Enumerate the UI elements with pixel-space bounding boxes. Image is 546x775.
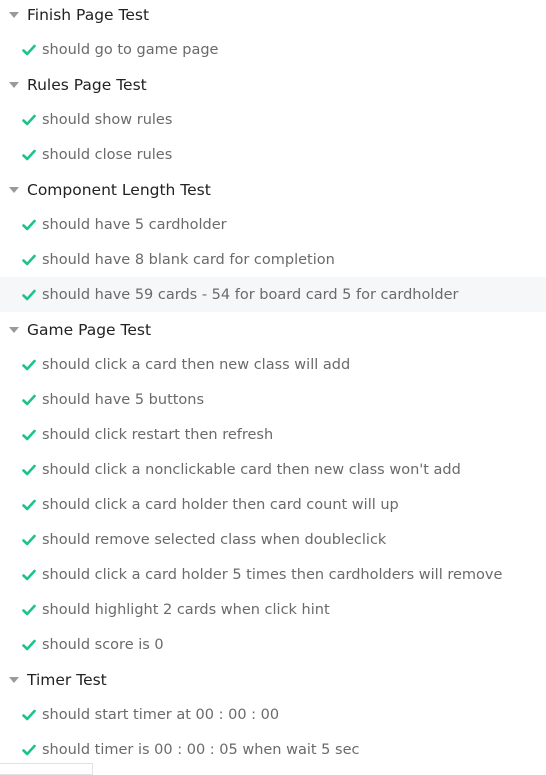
suite-title: Rules Page Test (27, 75, 147, 94)
check-icon (22, 708, 42, 722)
suite-title: Component Length Test (27, 180, 211, 199)
test-item[interactable]: should click a card then new class will … (0, 347, 546, 382)
test-title: should click a nonclickable card then ne… (42, 461, 461, 478)
check-icon (22, 113, 42, 127)
test-title: should go to game page (42, 41, 219, 58)
test-item[interactable]: should close rules (0, 137, 546, 172)
test-item[interactable]: should have 8 blank card for completion (0, 242, 546, 277)
collapse-triangle-icon[interactable] (9, 12, 19, 18)
test-item[interactable]: should start timer at 00 : 00 : 00 (0, 697, 546, 732)
test-item[interactable]: should click a nonclickable card then ne… (0, 452, 546, 487)
test-title: should click restart then refresh (42, 426, 274, 443)
test-results-list: Finish Page Test should go to game page Ru… (0, 0, 546, 767)
check-icon (22, 603, 42, 617)
test-title: should have 5 cardholder (42, 216, 227, 233)
test-title: should start timer at 00 : 00 : 00 (42, 706, 280, 723)
suite-header[interactable]: Finish Page Test (0, 0, 546, 32)
check-icon (22, 148, 42, 162)
check-icon (22, 498, 42, 512)
collapse-triangle-icon[interactable] (9, 187, 19, 193)
test-title: should have 59 cards - 54 for board card… (42, 286, 459, 303)
test-item[interactable]: should click restart then refresh (0, 417, 546, 452)
bottom-panel-tab[interactable] (0, 763, 93, 775)
check-icon (22, 393, 42, 407)
check-icon (22, 218, 42, 232)
test-title: should click a card holder then card cou… (42, 496, 399, 513)
test-title: should click a card then new class will … (42, 356, 351, 373)
test-title: should have 8 blank card for completion (42, 251, 335, 268)
collapse-triangle-icon[interactable] (9, 327, 19, 333)
collapse-triangle-icon[interactable] (9, 82, 19, 88)
suite-title: Finish Page Test (27, 5, 150, 24)
check-icon (22, 358, 42, 372)
test-title: should highlight 2 cards when click hint (42, 601, 330, 618)
suite-header[interactable]: Timer Test (0, 662, 546, 697)
suite-header[interactable]: Rules Page Test (0, 67, 546, 102)
check-icon (22, 743, 42, 757)
test-item[interactable]: should have 5 cardholder (0, 207, 546, 242)
test-item[interactable]: should score is 0 (0, 627, 546, 662)
collapse-triangle-icon[interactable] (9, 677, 19, 683)
test-title: should timer is 00 : 00 : 05 when wait 5… (42, 741, 360, 758)
test-item[interactable]: should go to game page (0, 32, 546, 67)
test-title: should remove selected class when double… (42, 531, 387, 548)
test-title: should have 5 buttons (42, 391, 205, 408)
check-icon (22, 568, 42, 582)
check-icon (22, 288, 42, 302)
test-item[interactable]: should have 59 cards - 54 for board card… (0, 277, 546, 312)
check-icon (22, 533, 42, 547)
test-item[interactable]: should remove selected class when double… (0, 522, 546, 557)
test-title: should show rules (42, 111, 173, 128)
check-icon (22, 253, 42, 267)
check-icon (22, 638, 42, 652)
test-item[interactable]: should highlight 2 cards when click hint (0, 592, 546, 627)
test-item[interactable]: should click a card holder then card cou… (0, 487, 546, 522)
check-icon (22, 463, 42, 477)
test-title: should score is 0 (42, 636, 164, 653)
suite-title: Game Page Test (27, 320, 152, 339)
check-icon (22, 428, 42, 442)
test-item[interactable]: should click a card holder 5 times then … (0, 557, 546, 592)
test-title: should click a card holder 5 times then … (42, 566, 503, 583)
suite-title: Timer Test (27, 670, 107, 689)
test-item[interactable]: should timer is 00 : 00 : 05 when wait 5… (0, 732, 546, 767)
check-icon (22, 43, 42, 57)
suite-header[interactable]: Component Length Test (0, 172, 546, 207)
test-item[interactable]: should have 5 buttons (0, 382, 546, 417)
test-item[interactable]: should show rules (0, 102, 546, 137)
suite-header[interactable]: Game Page Test (0, 312, 546, 347)
test-title: should close rules (42, 146, 173, 163)
